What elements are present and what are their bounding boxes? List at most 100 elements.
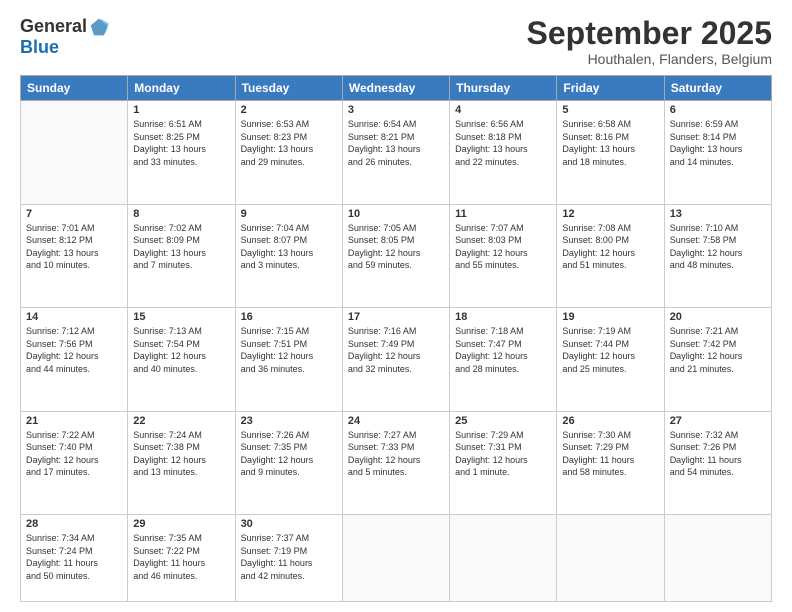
day-number: 4 (455, 104, 551, 116)
calendar-week-5: 28 Sunrise: 7:34 AM Sunset: 7:24 PM Dayli… (21, 515, 772, 602)
logo-icon (89, 17, 109, 37)
day-number: 27 (670, 415, 766, 427)
table-row: 5Sunrise: 6:58 AM Sunset: 8:16 PM Daylig… (557, 101, 664, 204)
table-row: 16 Sunrise: 7:15 AM Sunset: 7:51 PM Dayli… (235, 308, 342, 411)
day-number: 28 (26, 518, 122, 530)
day-info: Sunrise: 7:08 AM Sunset: 8:00 PM Dayligh… (562, 222, 658, 272)
table-row: 23 Sunrise: 7:26 AM Sunset: 7:35 PM Dayli… (235, 411, 342, 514)
table-row: 4 Sunrise: 6:56 AM Sunset: 8:18 PM Daylig… (450, 101, 557, 204)
table-row: 3 Sunrise: 6:54 AM Sunset: 8:21 PM Daylig… (342, 101, 449, 204)
day-info: Sunrise: 7:34 AM Sunset: 7:24 PM Dayligh… (26, 532, 122, 582)
col-thursday: Thursday (450, 76, 557, 101)
table-row: 29Sunrise: 7:35 AM Sunset: 7:22 PM Dayli… (128, 515, 235, 602)
day-number: 22 (133, 415, 229, 427)
calendar-week-3: 14Sunrise: 7:12 AM Sunset: 7:56 PM Dayli… (21, 308, 772, 411)
day-info: Sunrise: 7:02 AM Sunset: 8:09 PM Dayligh… (133, 222, 229, 272)
day-info: Sunrise: 7:18 AM Sunset: 7:47 PM Dayligh… (455, 325, 551, 375)
logo-general: General (20, 16, 87, 37)
table-row: 15Sunrise: 7:13 AM Sunset: 7:54 PM Dayli… (128, 308, 235, 411)
day-info: Sunrise: 7:22 AM Sunset: 7:40 PM Dayligh… (26, 429, 122, 479)
table-row (664, 515, 771, 602)
col-saturday: Saturday (664, 76, 771, 101)
col-monday: Monday (128, 76, 235, 101)
day-number: 15 (133, 311, 229, 323)
day-number: 23 (241, 415, 337, 427)
day-info: Sunrise: 7:37 AM Sunset: 7:19 PM Dayligh… (241, 532, 337, 582)
day-number: 18 (455, 311, 551, 323)
day-info: Sunrise: 7:35 AM Sunset: 7:22 PM Dayligh… (133, 532, 229, 582)
day-number: 3 (348, 104, 444, 116)
day-number: 7 (26, 208, 122, 220)
day-info: Sunrise: 7:15 AM Sunset: 7:51 PM Dayligh… (241, 325, 337, 375)
table-row (342, 515, 449, 602)
day-number: 26 (562, 415, 658, 427)
day-info: Sunrise: 7:01 AM Sunset: 8:12 PM Dayligh… (26, 222, 122, 272)
col-sunday: Sunday (21, 76, 128, 101)
calendar-week-2: 7 Sunrise: 7:01 AM Sunset: 8:12 PM Daylig… (21, 204, 772, 307)
day-number: 11 (455, 208, 551, 220)
day-info: Sunrise: 6:51 AM Sunset: 8:25 PM Dayligh… (133, 118, 229, 168)
title-block: September 2025 Houthalen, Flanders, Belg… (527, 16, 772, 67)
day-info: Sunrise: 7:10 AM Sunset: 7:58 PM Dayligh… (670, 222, 766, 272)
day-info: Sunrise: 7:19 AM Sunset: 7:44 PM Dayligh… (562, 325, 658, 375)
table-row: 21 Sunrise: 7:22 AM Sunset: 7:40 PM Dayli… (21, 411, 128, 514)
day-number: 25 (455, 415, 551, 427)
table-row: 30 Sunrise: 7:37 AM Sunset: 7:19 PM Dayli… (235, 515, 342, 602)
table-row: 9 Sunrise: 7:04 AM Sunset: 8:07 PM Daylig… (235, 204, 342, 307)
day-info: Sunrise: 7:29 AM Sunset: 7:31 PM Dayligh… (455, 429, 551, 479)
table-row: 7 Sunrise: 7:01 AM Sunset: 8:12 PM Daylig… (21, 204, 128, 307)
table-row: 19 Sunrise: 7:19 AM Sunset: 7:44 PM Dayli… (557, 308, 664, 411)
calendar-week-4: 21 Sunrise: 7:22 AM Sunset: 7:40 PM Dayli… (21, 411, 772, 514)
table-row: 25 Sunrise: 7:29 AM Sunset: 7:31 PM Dayli… (450, 411, 557, 514)
day-number: 19 (562, 311, 658, 323)
table-row: 18 Sunrise: 7:18 AM Sunset: 7:47 PM Dayli… (450, 308, 557, 411)
day-info: Sunrise: 7:16 AM Sunset: 7:49 PM Dayligh… (348, 325, 444, 375)
day-number: 1 (133, 104, 229, 116)
day-number: 24 (348, 415, 444, 427)
table-row: 1 Sunrise: 6:51 AM Sunset: 8:25 PM Daylig… (128, 101, 235, 204)
col-tuesday: Tuesday (235, 76, 342, 101)
logo-blue: Blue (20, 37, 59, 58)
day-info: Sunrise: 6:56 AM Sunset: 8:18 PM Dayligh… (455, 118, 551, 168)
day-number: 9 (241, 208, 337, 220)
day-info: Sunrise: 6:54 AM Sunset: 8:21 PM Dayligh… (348, 118, 444, 168)
day-info: Sunrise: 7:32 AM Sunset: 7:26 PM Dayligh… (670, 429, 766, 479)
day-info: Sunrise: 6:53 AM Sunset: 8:23 PM Dayligh… (241, 118, 337, 168)
day-number: 2 (241, 104, 337, 116)
day-info: Sunrise: 7:24 AM Sunset: 7:38 PM Dayligh… (133, 429, 229, 479)
day-info: Sunrise: 7:07 AM Sunset: 8:03 PM Dayligh… (455, 222, 551, 272)
day-number: 14 (26, 311, 122, 323)
table-row (557, 515, 664, 602)
table-row: 22 Sunrise: 7:24 AM Sunset: 7:38 PM Dayli… (128, 411, 235, 514)
day-number: 20 (670, 311, 766, 323)
day-number: 16 (241, 311, 337, 323)
table-row: 8 Sunrise: 7:02 AM Sunset: 8:09 PM Daylig… (128, 204, 235, 307)
day-number: 21 (26, 415, 122, 427)
day-info: Sunrise: 7:26 AM Sunset: 7:35 PM Dayligh… (241, 429, 337, 479)
table-row: 14Sunrise: 7:12 AM Sunset: 7:56 PM Dayli… (21, 308, 128, 411)
day-info: Sunrise: 7:27 AM Sunset: 7:33 PM Dayligh… (348, 429, 444, 479)
col-friday: Friday (557, 76, 664, 101)
table-row: 26 Sunrise: 7:30 AM Sunset: 7:29 PM Dayli… (557, 411, 664, 514)
day-number: 8 (133, 208, 229, 220)
table-row: 6Sunrise: 6:59 AM Sunset: 8:14 PM Daylig… (664, 101, 771, 204)
day-number: 17 (348, 311, 444, 323)
day-info: Sunrise: 7:21 AM Sunset: 7:42 PM Dayligh… (670, 325, 766, 375)
calendar-week-1: 1 Sunrise: 6:51 AM Sunset: 8:25 PM Daylig… (21, 101, 772, 204)
table-row: 28 Sunrise: 7:34 AM Sunset: 7:24 PM Dayli… (21, 515, 128, 602)
subtitle: Houthalen, Flanders, Belgium (527, 51, 772, 67)
day-number: 30 (241, 518, 337, 530)
table-row: 24 Sunrise: 7:27 AM Sunset: 7:33 PM Dayli… (342, 411, 449, 514)
table-row: 2 Sunrise: 6:53 AM Sunset: 8:23 PM Daylig… (235, 101, 342, 204)
table-row: 10Sunrise: 7:05 AM Sunset: 8:05 PM Dayli… (342, 204, 449, 307)
logo: General Blue (20, 16, 109, 58)
day-info: Sunrise: 7:04 AM Sunset: 8:07 PM Dayligh… (241, 222, 337, 272)
table-row: 17 Sunrise: 7:16 AM Sunset: 7:49 PM Dayli… (342, 308, 449, 411)
day-info: Sunrise: 7:30 AM Sunset: 7:29 PM Dayligh… (562, 429, 658, 479)
calendar: Sunday Monday Tuesday Wednesday Thursday… (20, 75, 772, 602)
table-row (21, 101, 128, 204)
col-wednesday: Wednesday (342, 76, 449, 101)
day-info: Sunrise: 6:58 AM Sunset: 8:16 PM Dayligh… (562, 118, 658, 168)
month-title: September 2025 (527, 16, 772, 51)
day-number: 12 (562, 208, 658, 220)
